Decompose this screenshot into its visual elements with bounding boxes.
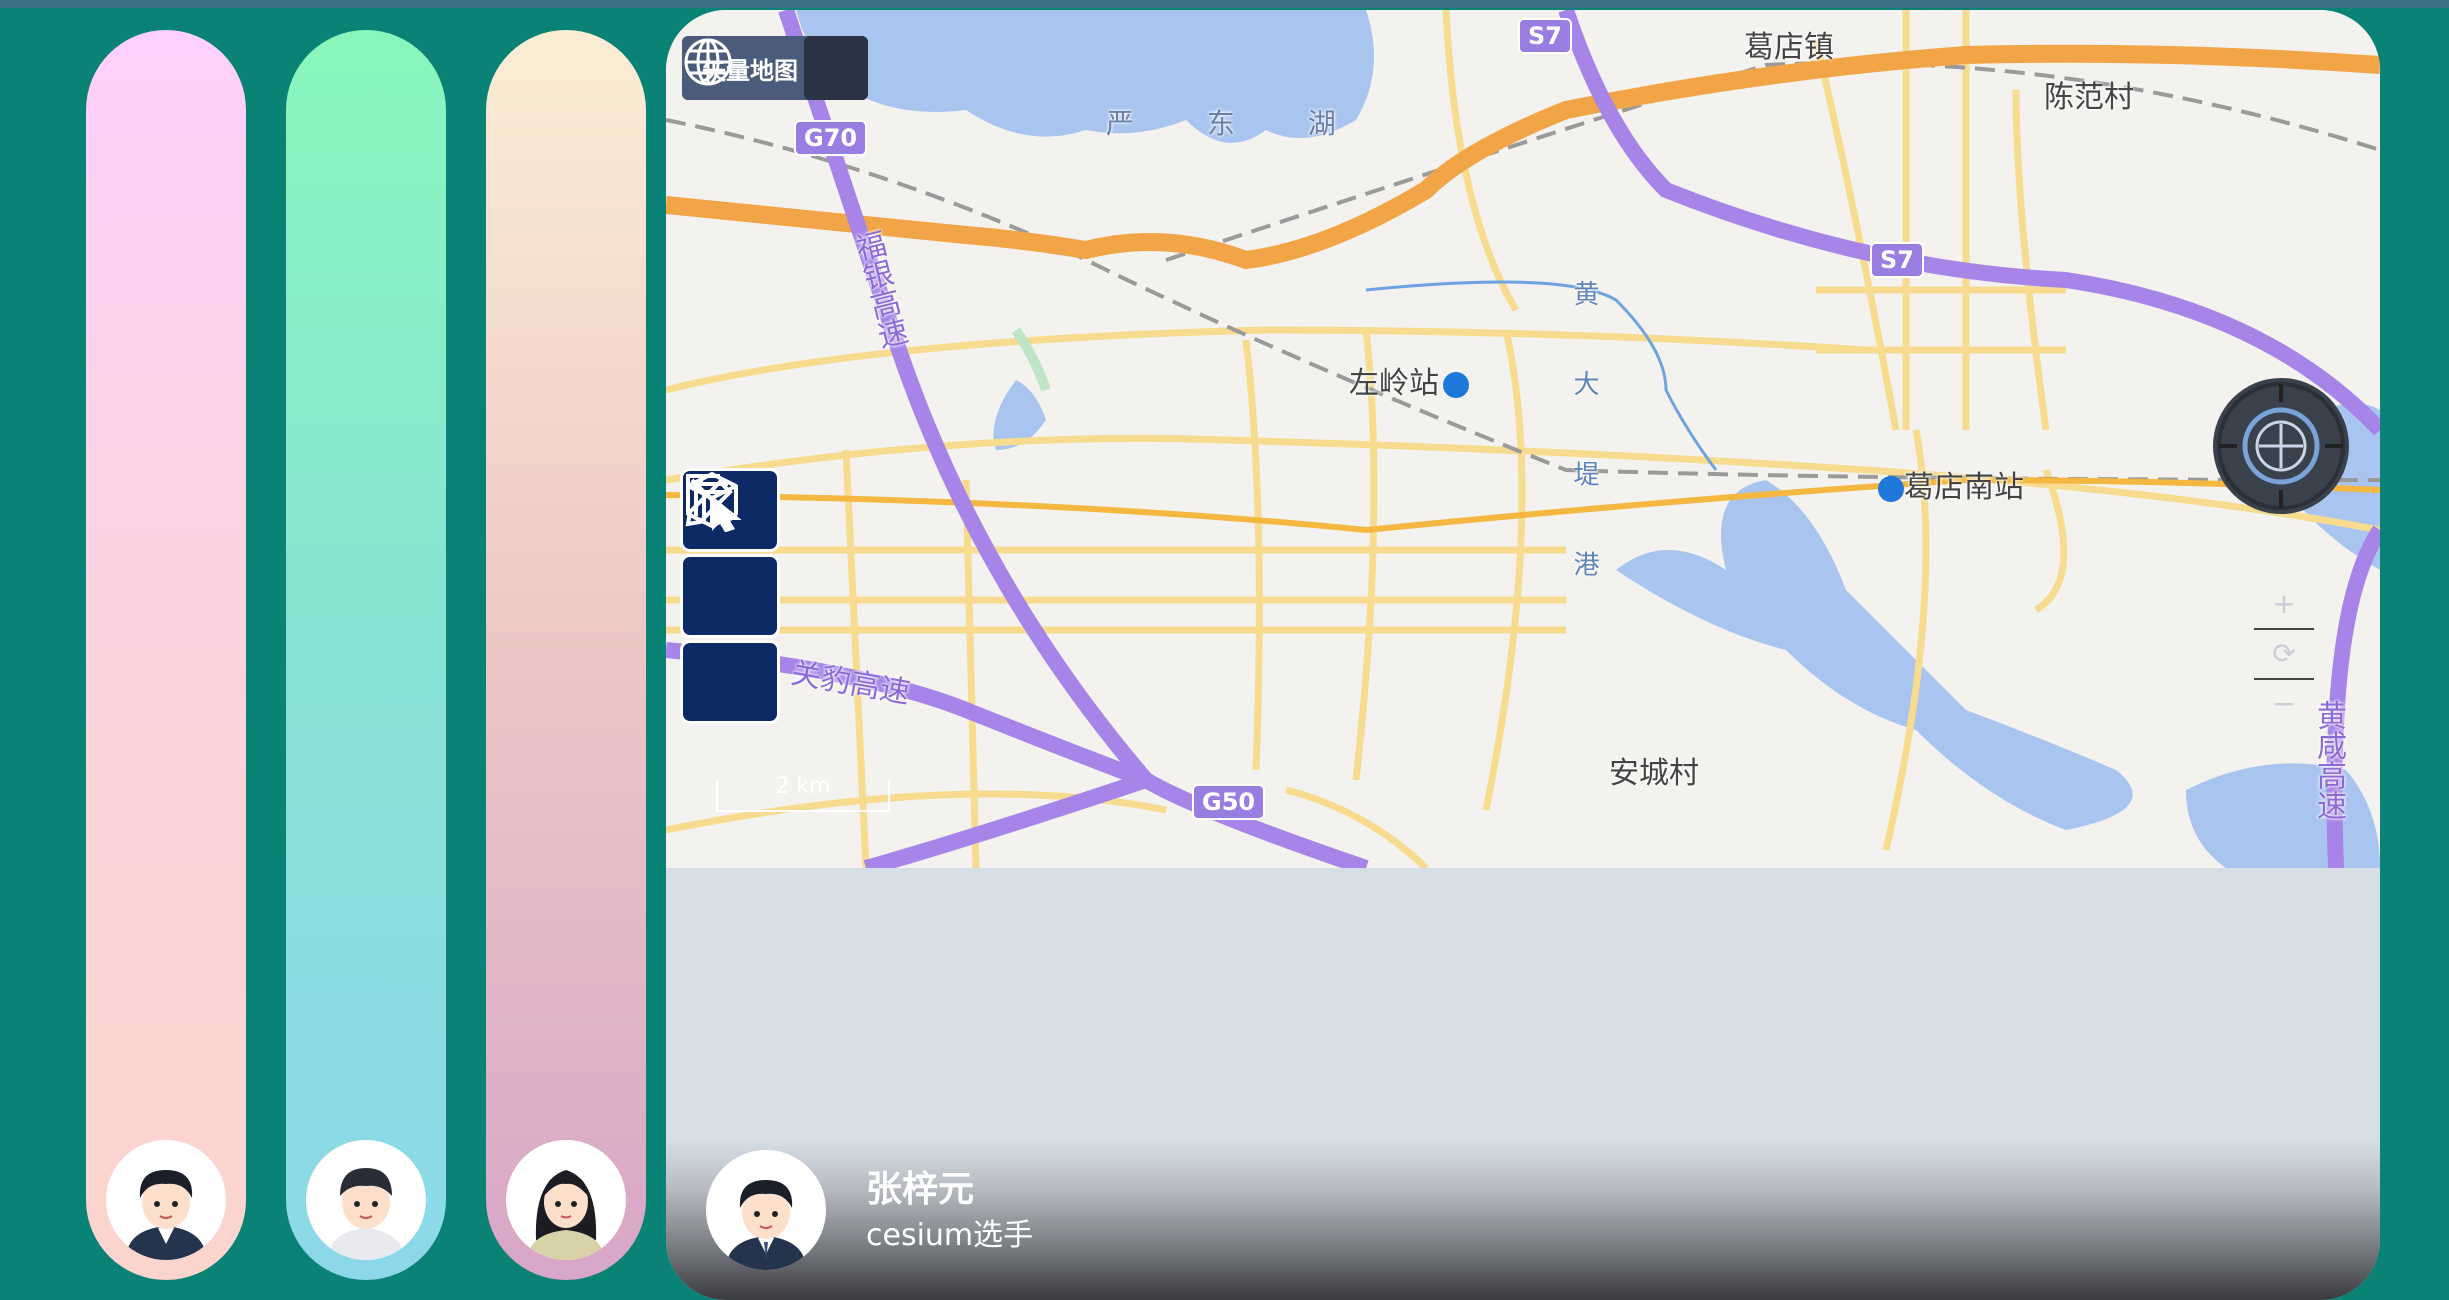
profile-card-1[interactable] — [86, 30, 246, 1280]
current-player-card: 张梓元 cesium选手 — [666, 1140, 2380, 1300]
map-label-lake: 严 东 湖 — [1106, 107, 1368, 140]
scale-bar: 2 km — [716, 774, 890, 812]
map-tool-bar — [680, 468, 780, 726]
layer-select-button[interactable] — [680, 474, 780, 638]
avatar-boy-suit-icon — [706, 1150, 826, 1270]
avatar-boy-casual-icon — [306, 1140, 426, 1260]
zoom-reset-button[interactable]: ⟳ — [2254, 630, 2314, 678]
zoom-control: + ⟳ − — [2254, 580, 2314, 725]
highway-shield: S7 — [1518, 18, 1572, 54]
main-panel: 严 东 湖 左岭站 葛店镇 陈范村 葛店南站 安城村 黄 大 堤 港 福银高速 … — [666, 10, 2380, 1300]
station-icon — [1878, 475, 1904, 502]
avatar-boy-suit-icon — [106, 1140, 226, 1260]
map-label-zuoling-station: 左岭站 — [1349, 358, 1469, 402]
basemap-switch-button[interactable]: 矢量地图 — [682, 36, 868, 100]
3d-model-button[interactable] — [680, 472, 780, 724]
map-base-layer — [666, 10, 2380, 868]
station-icon — [1443, 371, 1469, 398]
scale-label: 2 km — [775, 774, 831, 799]
avatar-girl-icon — [506, 1140, 626, 1260]
player-name: 张梓元 — [866, 1169, 975, 1210]
player-role: cesium选手 — [866, 1218, 1034, 1253]
highway-shield: G50 — [1192, 784, 1266, 820]
profile-card-3[interactable] — [486, 30, 646, 1280]
highway-shield: S7 — [1870, 242, 1924, 278]
window-top-bar — [0, 0, 2449, 8]
highway-shield: G70 — [794, 120, 868, 156]
zoom-in-button[interactable]: + — [2254, 580, 2314, 628]
compass-icon[interactable] — [2213, 378, 2349, 514]
map-label-river: 黄 大 堤 港 — [1569, 280, 1599, 605]
zoom-out-button[interactable]: − — [2254, 680, 2314, 728]
map-label-chenfan: 陈范村 — [2044, 80, 2134, 115]
map-viewer[interactable]: 严 东 湖 左岭站 葛店镇 陈范村 葛店南站 安城村 黄 大 堤 港 福银高速 … — [666, 10, 2380, 868]
map-label-gedian-south-station: 葛店南站 — [1874, 462, 2024, 506]
map-label-gedian-town: 葛店镇 — [1744, 30, 1834, 65]
map-label-ancheng: 安城村 — [1609, 756, 1699, 791]
globe-icon — [684, 36, 868, 100]
profile-card-2[interactable] — [286, 30, 446, 1280]
